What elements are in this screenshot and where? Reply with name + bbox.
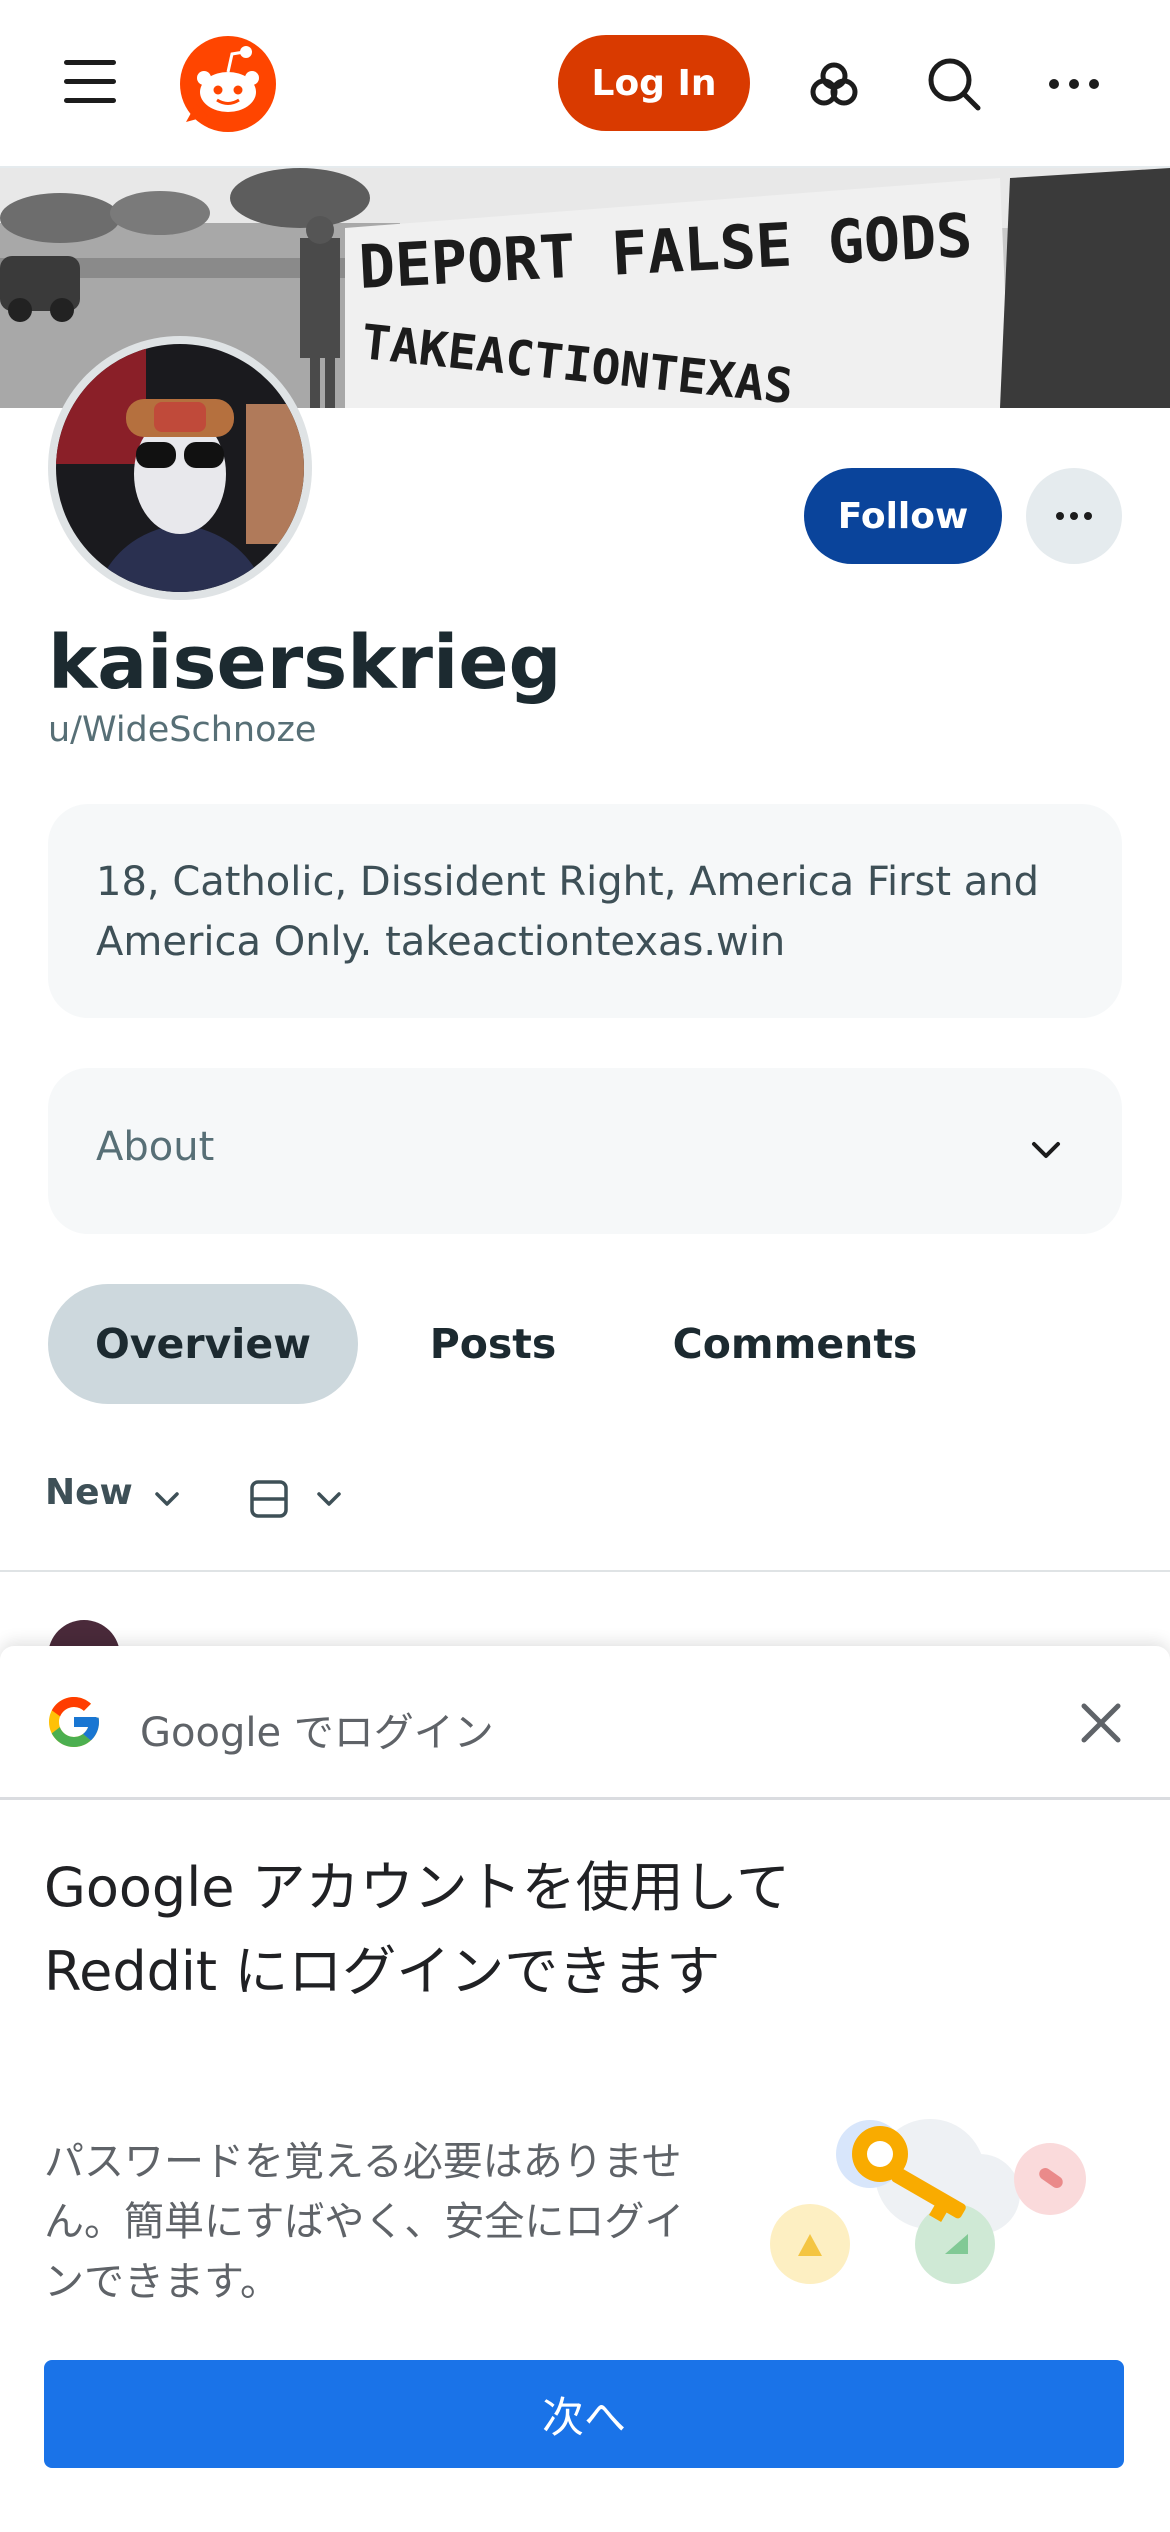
chevron-down-icon[interactable] xyxy=(312,1482,346,1516)
google-sheet-header: Google でログイン xyxy=(0,1646,1170,1800)
profile-bio: 18, Catholic, Dissident Right, America F… xyxy=(48,804,1122,1018)
follow-button[interactable]: Follow xyxy=(804,468,1002,564)
advertise-icon[interactable] xyxy=(804,54,864,114)
reddit-logo[interactable] xyxy=(178,34,278,134)
passkey-illustration xyxy=(770,2119,1086,2284)
chevron-down-icon xyxy=(1032,1142,1060,1158)
more-icon[interactable] xyxy=(1044,54,1104,114)
username: u/WideSchnoze xyxy=(48,710,317,750)
google-sheet-body: パスワードを覚える必要はありません。簡単にすばやく、安全にログインできます。 xyxy=(44,2139,685,2305)
more-dot xyxy=(1070,512,1078,520)
google-login-sheet: Google でログイン Google アカウントを使用して Reddit にロ… xyxy=(0,1646,1170,2532)
profile-more-button[interactable] xyxy=(1026,468,1122,564)
menu-icon[interactable] xyxy=(64,60,116,104)
tab-overview[interactable]: Overview xyxy=(48,1284,358,1404)
search-icon[interactable] xyxy=(924,54,984,114)
tab-comments[interactable]: Comments xyxy=(640,1284,950,1404)
chevron-down-icon[interactable] xyxy=(150,1482,184,1516)
avatar xyxy=(48,336,312,600)
login-button[interactable]: Log In xyxy=(558,35,750,131)
feed-divider xyxy=(0,1570,1170,1572)
more-dot xyxy=(1056,512,1064,520)
tab-posts[interactable]: Posts xyxy=(400,1284,586,1404)
view-layout-icon[interactable] xyxy=(248,1478,290,1520)
close-icon[interactable] xyxy=(1076,1698,1126,1748)
top-header: Log In xyxy=(0,0,1170,168)
more-dot xyxy=(1084,512,1092,520)
about-section[interactable]: About xyxy=(48,1068,1122,1234)
display-name: kaiserskrieg xyxy=(48,620,562,706)
about-label: About xyxy=(96,1124,215,1170)
google-logo-icon xyxy=(49,1697,99,1747)
sort-dropdown[interactable]: New xyxy=(45,1472,133,1513)
google-sheet-title: Google でログイン xyxy=(140,1710,494,1756)
google-sheet-heading: Google アカウントを使用して Reddit にログインできます xyxy=(44,1856,790,2003)
next-button[interactable]: 次へ xyxy=(44,2360,1124,2468)
